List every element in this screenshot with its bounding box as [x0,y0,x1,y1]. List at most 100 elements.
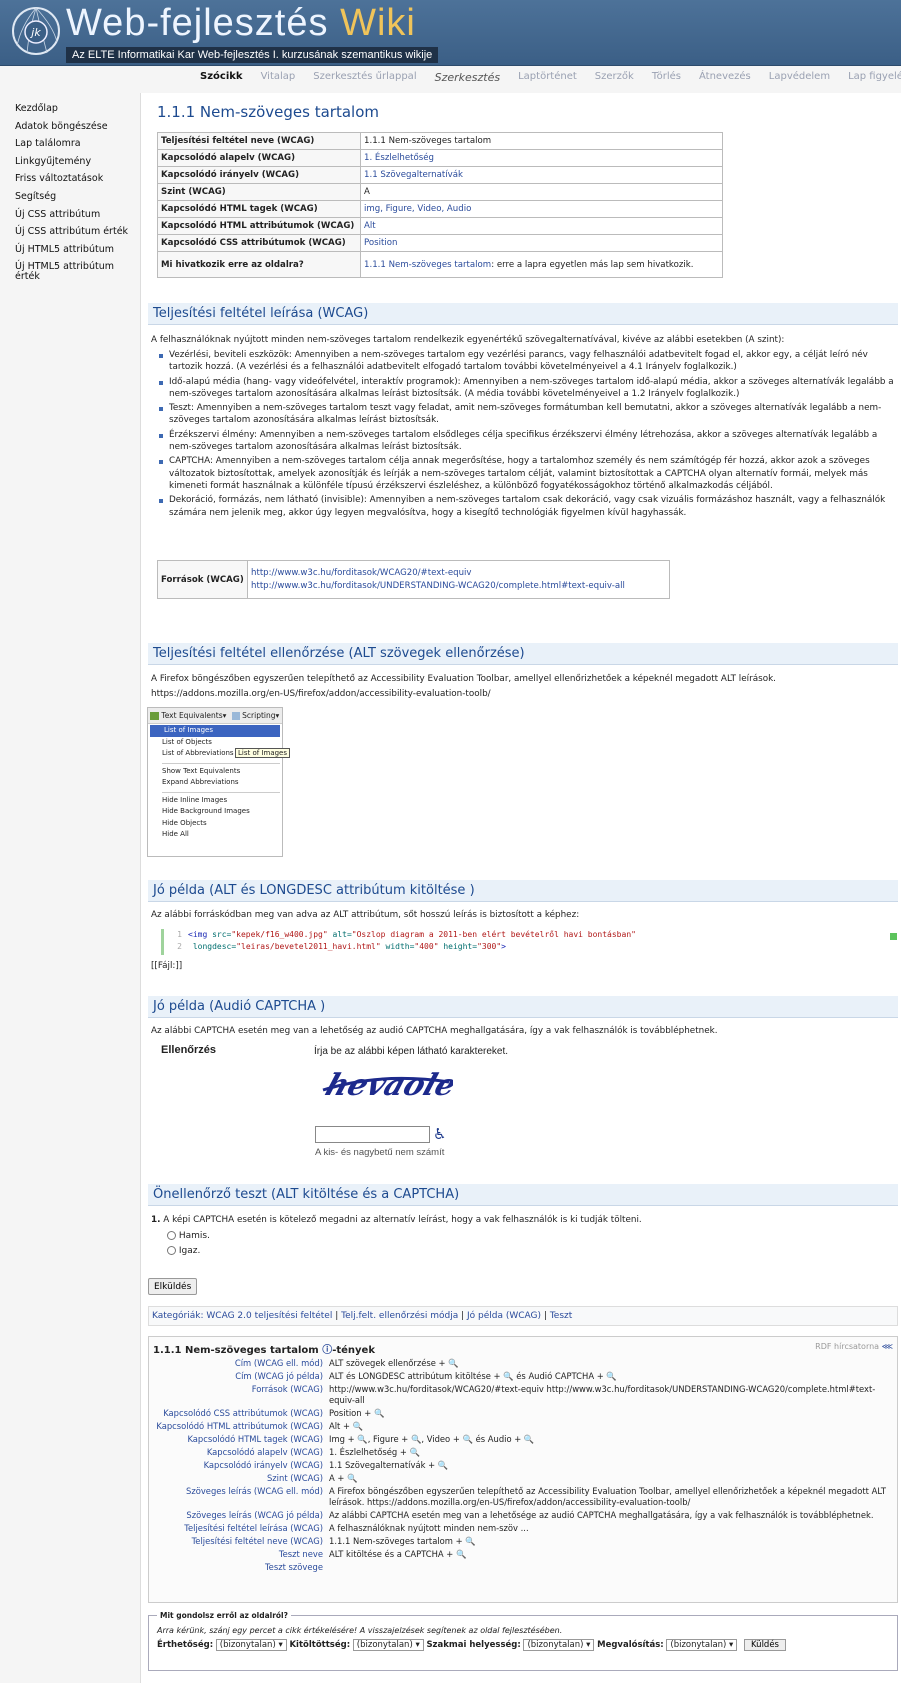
category-link[interactable]: Teszt [550,1311,572,1321]
list-item: Idő-alapú média (hang- vagy videófelvéte… [159,376,894,401]
site-title[interactable]: Web-fejlesztés Wiki [66,2,416,45]
audio-captcha-icon[interactable]: ♿ [433,1125,446,1143]
section-heading: Teljesítési feltétel ellenőrzése (ALT sz… [148,643,898,665]
tab-protect[interactable]: Lapvédelem [769,71,830,87]
facts-value: ALT kitöltése és a CAPTCHA + 🔍 [329,1549,467,1559]
sidebar-item-new-html5-value[interactable]: Új HTML5 attribútum érték [15,262,135,282]
site-logo-icon[interactable]: jk [11,6,61,56]
captcha-label: Ellenőrzés [161,1044,217,1056]
section-heading: Önellenőrző teszt (ALT kitöltése és a CA… [148,1184,898,1206]
facts-property[interactable]: Szint (WCAG) [149,1472,326,1485]
facts-property[interactable]: Teljesítési feltétel neve (WCAG) [149,1535,326,1548]
table-row: Kapcsolódó HTML attribútumok (WCAG) Alt [157,217,723,235]
menu-item[interactable]: Hide Objects [148,818,282,830]
list-item: Dekoráció, formázás, nem látható (invisi… [159,494,894,519]
menu-item[interactable]: Hide Background Images [148,806,282,818]
tab-delete[interactable]: Törlés [652,71,681,87]
rating-submit-button[interactable]: Küldés [744,1639,786,1651]
category-link[interactable]: Jó példa (WCAG) [467,1311,541,1321]
categories-label[interactable]: Kategóriák: [152,1311,204,1321]
sidebar-item-new-css-attr[interactable]: Új CSS attribútum [15,209,135,220]
facts-property[interactable]: Kapcsolódó alapelv (WCAG) [149,1446,326,1459]
facts-property[interactable]: Kapcsolódó irányelv (WCAG) [149,1459,326,1472]
addon-link[interactable]: https://addons.mozilla.org/en-US/firefox… [151,688,896,700]
rating-select-completeness[interactable]: (bizonytalan) ▾ [352,1639,424,1651]
facts-property[interactable]: Kapcsolódó HTML tagek (WCAG) [149,1433,326,1446]
tab-history[interactable]: Laptörténet [518,71,577,87]
facts-property[interactable]: Kapcsolódó HTML attribútumok (WCAG) [149,1420,326,1433]
section-heading: Teljesítési feltétel leírása (WCAG) [148,303,898,325]
facts-info-icon[interactable]: ⓘ [322,1345,332,1356]
captcha-input[interactable] [315,1126,430,1143]
facts-table: Cím (WCAG ell. mód) ALT szövegek ellenőrz… [149,1357,889,1574]
rating-select-correctness[interactable]: (bizonytalan) ▾ [523,1639,595,1651]
source-link[interactable]: http://www.w3c.hu/forditasok/WCAG20/#tex… [251,567,666,580]
category-link[interactable]: WCAG 2.0 teljesítési feltétel [206,1311,332,1321]
sidebar-item-links[interactable]: Linkgyűjtemény [15,156,135,167]
facts-value: Alt + 🔍 [329,1421,364,1431]
sidebar-item-random-page[interactable]: Lap találomra [15,139,135,149]
list-item: CAPTCHA: Amennyiben a nem-szöveges tarta… [159,455,894,492]
facts-value: 1.1 Szövegalternatívák + 🔍 [329,1460,449,1470]
code-expand-icon[interactable] [890,933,897,940]
what-links-here-link[interactable]: 1.1.1 Nem-szöveges tartalom [364,260,491,270]
facts-row: Szöveges leírás (WCAG ell. mód) A Firefox… [149,1485,889,1509]
facts-property[interactable]: Források (WCAG) [149,1383,326,1407]
sidebar-item-help[interactable]: Segítség [15,191,135,202]
facts-row: Kapcsolódó HTML tagek (WCAG) Img + 🔍, Fig… [149,1433,889,1446]
tab-edit[interactable]: Szerkesztés [435,71,501,87]
menu-item[interactable]: Expand Abbreviations [148,777,282,789]
sources-table: Források (WCAG) http://www.w3c.hu/fordit… [157,560,670,599]
menu-item[interactable]: List of Images [150,725,280,737]
tab-watch[interactable]: Lap figyelése [848,71,901,87]
facts-property[interactable]: Teljesítési feltétel leírása (WCAG) [149,1522,326,1535]
sidebar-item-new-html5-attr[interactable]: Új HTML5 attribútum [15,244,135,255]
quiz-submit-button[interactable]: Elküldés [148,1278,198,1295]
tab-edit-form[interactable]: Szerkesztés űrlappal [313,71,416,87]
quiz-question: 1. A képi CAPTCHA esetén is kötelező meg… [151,1215,642,1225]
rdf-feed-link[interactable]: RDF hírcsatorna ⋘ [815,1342,893,1351]
sidebar-item-browse-data[interactable]: Adatok böngészése [15,121,135,132]
text-equivalents-icon [150,712,159,720]
facts-row: Kapcsolódó irányelv (WCAG) 1.1 Szövegalte… [149,1459,889,1472]
menu-item[interactable]: Hide Inline Images [148,795,282,807]
source-link[interactable]: http://www.w3c.hu/forditasok/UNDERSTANDI… [251,580,666,593]
radio-hamis[interactable] [167,1231,176,1240]
facts-property[interactable]: Cím (WCAG ell. mód) [149,1357,326,1370]
menu-item[interactable]: List of Objects [148,737,282,749]
facts-row: Teljesítési feltétel leírása (WCAG) A fel… [149,1522,889,1535]
rating-select-clarity[interactable]: (bizonytalan) ▾ [215,1639,287,1651]
facts-row: Kapcsolódó HTML attribútumok (WCAG) Alt +… [149,1420,889,1433]
page-title: 1.1.1 Nem-szöveges tartalom [157,103,379,121]
menu-item[interactable]: Hide All [148,829,282,841]
captcha-instructions: Írja be az alábbi képen látható karakter… [314,1046,509,1057]
category-link[interactable]: Telj.felt. ellenőrzési módja [341,1311,458,1321]
sidebar-item-new-css-value[interactable]: Új CSS attribútum érték [15,227,135,237]
tab-move[interactable]: Átnevezés [699,71,751,87]
tab-article[interactable]: Szócikk [200,71,243,87]
tab-authors[interactable]: Szerzők [595,71,634,87]
tab-talk[interactable]: Vitalap [261,71,296,87]
captcha-hint: A kis- és nagybetű nem számít [315,1147,445,1158]
facts-property[interactable]: Szöveges leírás (WCAG ell. mód) [149,1485,326,1509]
quiz-option: Hamis. [167,1231,210,1241]
rating-form: Mit gondolsz erről az oldalról? Arra kér… [148,1611,898,1671]
facts-property[interactable]: Szöveges leírás (WCAG jó példa) [149,1509,326,1522]
sidebar-item-main-page[interactable]: Kezdőlap [15,104,135,114]
rating-select-implementation[interactable]: (bizonytalan) ▾ [666,1639,738,1651]
section-heading: Jó példa (Audió CAPTCHA ) [148,996,898,1018]
facts-property[interactable]: Kapcsolódó CSS attribútumok (WCAG) [149,1407,326,1420]
list-item: Teszt: Amennyiben a nem-szöveges tartalo… [159,402,894,427]
sidebar-item-recent-changes[interactable]: Friss változtatások [15,174,135,184]
facts-property[interactable]: Cím (WCAG jó példa) [149,1370,326,1383]
quiz-option: Igaz. [167,1246,200,1256]
scripting-button[interactable]: Scripting [242,711,275,720]
menu-item[interactable]: Show Text Equivalents [148,766,282,778]
text-equivalents-button[interactable]: Text Equivalents [161,711,222,720]
rating-legend: Mit gondolsz erről az oldalról? [160,1611,288,1620]
facts-row: Kapcsolódó CSS attribútumok (WCAG) Positi… [149,1407,889,1420]
code-block: 1 <img src="kepek/f16_w400.jpg" alt="Oszl… [161,929,881,955]
facts-property[interactable]: Teszt szövege [149,1561,326,1574]
radio-igaz[interactable] [167,1246,176,1255]
facts-property[interactable]: Teszt neve [149,1548,326,1561]
